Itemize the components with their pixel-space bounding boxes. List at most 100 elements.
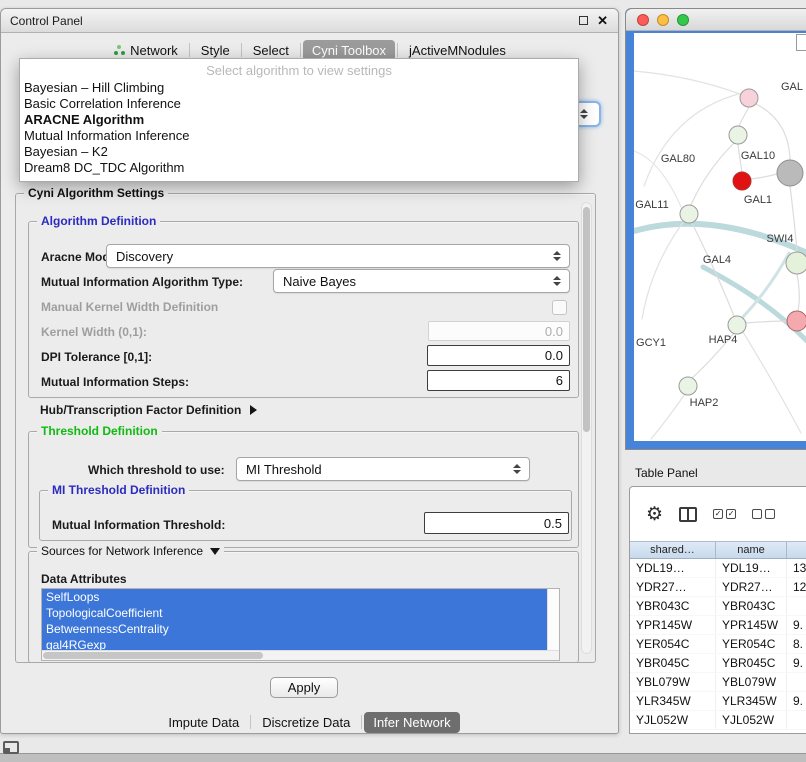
- restore-panel-icon[interactable]: [3, 741, 19, 754]
- zoom-traffic-light[interactable]: [677, 14, 689, 26]
- show-columns-icon[interactable]: [679, 507, 697, 522]
- data-attributes-label: Data Attributes: [41, 572, 127, 586]
- table-cell: 13: [787, 559, 806, 577]
- hub-definition-section[interactable]: Hub/Transcription Factor Definition: [40, 403, 257, 417]
- data-attributes-list[interactable]: SelfLoopsTopologicalCoefficientBetweenne…: [41, 588, 560, 661]
- dropdown-item[interactable]: Bayesian – Hill Climbing: [20, 80, 578, 96]
- mi-threshold-field[interactable]: [424, 512, 569, 534]
- table-cell: YDL19…: [716, 559, 787, 577]
- network-view-window: GALGAL80GAL10GAL11GAL1SWI4GAL4GCY1HAP4HA…: [625, 8, 806, 450]
- network-node[interactable]: [786, 252, 806, 274]
- group-title: Threshold Definition: [37, 424, 162, 438]
- deselect-all-columns-icon[interactable]: [752, 509, 775, 519]
- network-edge[interactable]: [642, 221, 684, 319]
- cyni-algorithm-settings-group: Cyni Algorithm Settings Algorithm Defini…: [15, 193, 596, 663]
- network-node[interactable]: [728, 316, 746, 334]
- network-edge[interactable]: [739, 107, 749, 126]
- gear-icon[interactable]: ⚙: [646, 505, 663, 524]
- table-row[interactable]: YDL19…YDL19…13: [630, 559, 806, 578]
- attributes-horizontal-scrollbar[interactable]: [42, 650, 559, 660]
- dropdown-item[interactable]: Basic Correlation Inference: [20, 96, 578, 112]
- tab-label: Cyni Toolbox: [312, 43, 386, 58]
- network-icon: [113, 44, 125, 56]
- settings-scrollbar-thumb[interactable]: [583, 207, 590, 432]
- table-row[interactable]: YBL079WYBL079W: [630, 673, 806, 692]
- column-header[interactable]: [787, 542, 806, 558]
- network-edge[interactable]: [751, 174, 777, 179]
- network-node[interactable]: [787, 311, 806, 331]
- tab-separator: [189, 43, 190, 57]
- control-panel-titlebar[interactable]: Control Panel ✕: [1, 9, 618, 33]
- minimize-traffic-light[interactable]: [657, 14, 669, 26]
- dropdown-item[interactable]: Dream8 DC_TDC Algorithm: [20, 160, 578, 176]
- network-edge[interactable]: [634, 71, 740, 94]
- network-node[interactable]: [740, 89, 758, 107]
- table-row[interactable]: YPR145WYPR145W9.: [630, 616, 806, 635]
- tab-label: Impute Data: [168, 715, 239, 730]
- table-body: YDL19…YDL19…13YDR27…YDR27…12YBR043CYBR04…: [630, 559, 806, 733]
- data-attribute-item[interactable]: BetweennessCentrality: [42, 621, 547, 637]
- network-node[interactable]: [733, 172, 751, 190]
- table-row[interactable]: YBR043CYBR043C: [630, 597, 806, 616]
- column-header[interactable]: name: [716, 542, 787, 558]
- table-row[interactable]: YLR345WYLR345W9.: [630, 692, 806, 711]
- dropdown-item[interactable]: ARACNE Algorithm: [20, 112, 578, 128]
- float-window-icon[interactable]: [579, 16, 588, 25]
- tab-discretize-data[interactable]: Discretize Data: [253, 712, 359, 733]
- table-row[interactable]: YJL052WYJL052W: [630, 711, 806, 730]
- restore-panel-icon-fill: [5, 748, 10, 752]
- network-node[interactable]: [680, 205, 698, 223]
- attributes-hscrollbar-thumb[interactable]: [43, 652, 263, 659]
- network-canvas[interactable]: GALGAL80GAL10GAL11GAL1SWI4GAL4GCY1HAP4HA…: [634, 33, 806, 441]
- data-attribute-item[interactable]: TopologicalCoefficient: [42, 605, 547, 621]
- manual-kernel-label: Manual Kernel Width Definition: [41, 300, 218, 314]
- network-window-titlebar[interactable]: [626, 9, 806, 31]
- dpi-tolerance-field[interactable]: [427, 345, 570, 366]
- table-cell: YPR145W: [716, 616, 787, 634]
- sources-group-title[interactable]: Sources for Network Inference: [37, 544, 224, 558]
- mi-algorithm-type-select[interactable]: Naive Bayes: [273, 269, 570, 293]
- table-row[interactable]: YDR27…YDR27…12: [630, 578, 806, 597]
- table-cell: 8.: [787, 635, 806, 653]
- table-cell: YBL079W: [630, 673, 716, 691]
- network-edge[interactable]: [651, 394, 685, 439]
- network-edge[interactable]: [644, 93, 742, 186]
- tab-impute-data[interactable]: Impute Data: [159, 712, 248, 733]
- network-edge[interactable]: [691, 143, 734, 205]
- group-title: Algorithm Definition: [37, 214, 160, 228]
- bottom-dock-strip: [0, 753, 806, 762]
- table-row[interactable]: YBR045CYBR045C9.: [630, 654, 806, 673]
- network-edge[interactable]: [743, 332, 801, 433]
- node-label: GAL11: [635, 199, 668, 211]
- attributes-vertical-scrollbar[interactable]: [547, 589, 559, 650]
- algorithm-dropdown-popup: Select algorithm to view settingsBayesia…: [19, 58, 579, 182]
- table-row[interactable]: YER054CYER054C8.: [630, 635, 806, 654]
- network-node[interactable]: [679, 377, 697, 395]
- mi-threshold-label: Mutual Information Threshold:: [52, 518, 225, 532]
- dropdown-item[interactable]: Mutual Information Inference: [20, 128, 578, 144]
- tab-infer-network[interactable]: Infer Network: [364, 712, 459, 733]
- close-icon[interactable]: ✕: [597, 14, 608, 27]
- network-edge[interactable]: [746, 321, 787, 323]
- node-label: GCY1: [636, 337, 666, 349]
- aracne-mode-select[interactable]: Discovery: [106, 244, 570, 268]
- chevron-right-icon: [250, 405, 257, 415]
- settings-scrollbar[interactable]: [581, 202, 592, 654]
- network-node[interactable]: [729, 126, 747, 144]
- network-scrollbar-fragment[interactable]: [796, 34, 806, 51]
- data-attribute-item[interactable]: SelfLoops: [42, 589, 547, 605]
- manual-kernel-checkbox[interactable]: [552, 300, 567, 315]
- mi-steps-field[interactable]: [427, 370, 570, 391]
- close-traffic-light[interactable]: [637, 14, 649, 26]
- dropdown-item[interactable]: Bayesian – K2: [20, 144, 578, 160]
- table-cell: YBR043C: [716, 597, 787, 615]
- algorithm-definition-group: Algorithm Definition Aracne Mode: Discov…: [28, 221, 579, 398]
- network-edge[interactable]: [797, 274, 799, 311]
- network-node[interactable]: [777, 160, 803, 186]
- column-header[interactable]: shared…: [630, 542, 716, 558]
- kernel-width-field[interactable]: [428, 321, 570, 341]
- apply-button[interactable]: Apply: [270, 677, 338, 698]
- which-threshold-select[interactable]: MI Threshold: [236, 457, 530, 481]
- select-all-columns-icon[interactable]: ✓ ✓: [713, 509, 736, 519]
- window-buttons: ✕: [579, 14, 608, 27]
